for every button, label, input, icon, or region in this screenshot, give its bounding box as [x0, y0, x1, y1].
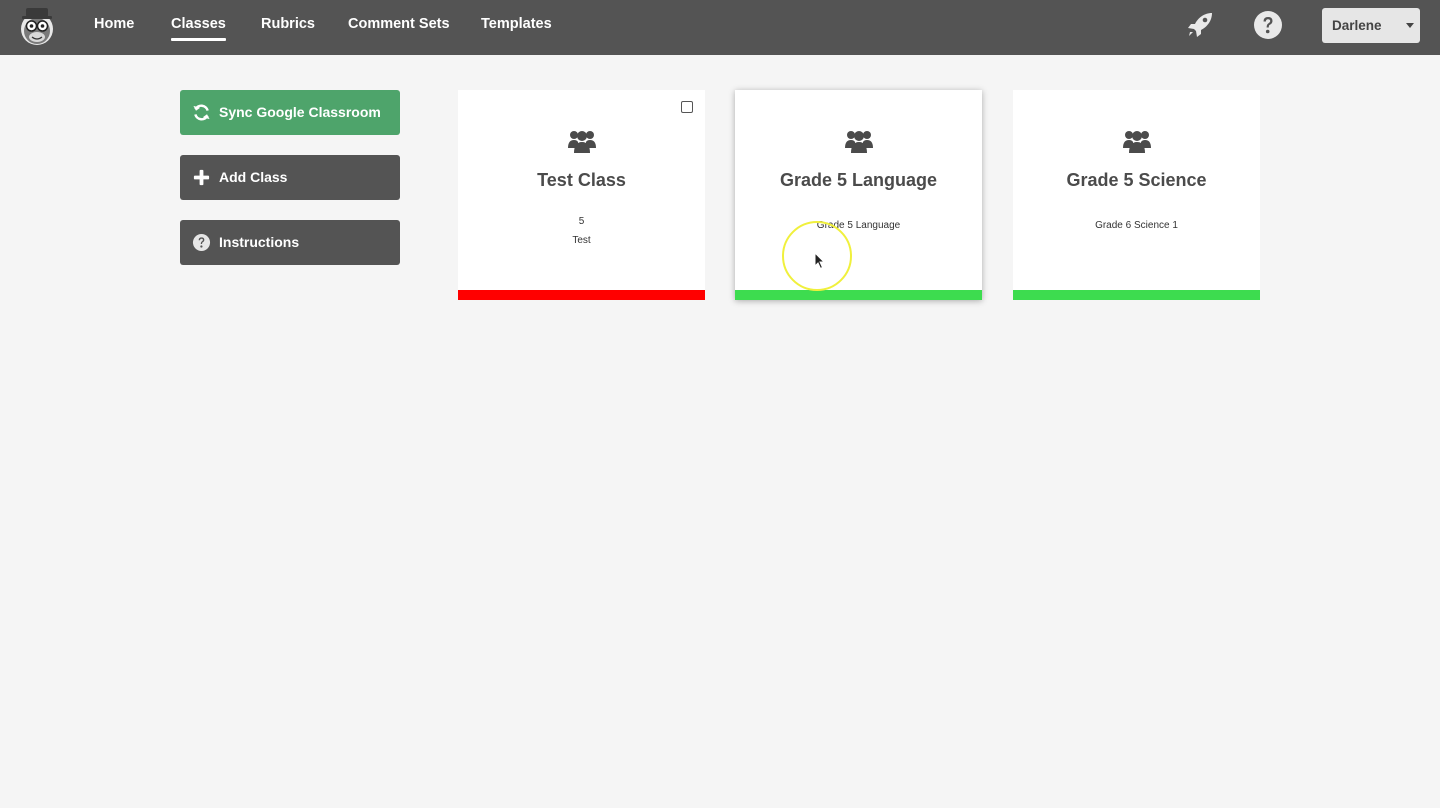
instructions-button[interactable]: Instructions: [180, 220, 400, 265]
instructions-label: Instructions: [219, 234, 300, 250]
nav-rubrics[interactable]: Rubrics: [261, 0, 315, 55]
users-group-icon: [1122, 131, 1151, 153]
class-card-test-class[interactable]: Test Class 5 Test: [458, 90, 705, 300]
class-select-checkbox[interactable]: [681, 101, 693, 113]
status-bar: [735, 290, 982, 300]
sync-google-classroom-button[interactable]: Sync Google Classroom: [180, 90, 400, 135]
help-icon[interactable]: [1253, 10, 1283, 40]
user-name: Darlene: [1332, 18, 1382, 33]
sync-button-label: Sync Google Classroom: [219, 104, 381, 120]
nav-classes[interactable]: Classes: [171, 0, 226, 55]
class-subtitle: Grade 6 Science 1: [1095, 220, 1178, 231]
nav-comment-sets[interactable]: Comment Sets: [348, 0, 450, 55]
class-subtitle: Grade 5 Language: [816, 220, 901, 231]
nav-templates[interactable]: Templates: [481, 0, 552, 55]
top-nav-bar: Home Classes Rubrics Comment Sets Templa…: [0, 0, 1440, 55]
plus-icon: [193, 169, 210, 186]
class-title: Grade 5 Language: [779, 170, 938, 190]
rocket-icon[interactable]: [1185, 10, 1215, 40]
add-class-button[interactable]: Add Class: [180, 155, 400, 200]
class-card-grade-5-science[interactable]: Grade 5 Science Grade 6 Science 1: [1013, 90, 1260, 300]
user-dropdown[interactable]: Darlene: [1322, 8, 1420, 43]
sync-icon: [193, 104, 210, 121]
class-title: Test Class: [537, 170, 626, 190]
class-grade: 5: [578, 216, 585, 227]
add-class-label: Add Class: [219, 169, 288, 185]
users-group-icon: [844, 131, 873, 153]
status-bar: [458, 290, 705, 300]
class-card-grade-5-language[interactable]: Grade 5 Language Grade 5 Language: [735, 90, 982, 300]
nav-home[interactable]: Home: [94, 0, 134, 55]
users-group-icon: [567, 131, 596, 153]
status-bar: [1013, 290, 1260, 300]
question-circle-icon: [192, 233, 211, 252]
chevron-down-icon: [1406, 23, 1414, 28]
mouse-pointer-icon: [814, 252, 826, 270]
class-subtitle: Test: [572, 235, 591, 246]
monkey-logo-icon[interactable]: [19, 5, 55, 47]
class-title: Grade 5 Science: [1066, 170, 1207, 190]
